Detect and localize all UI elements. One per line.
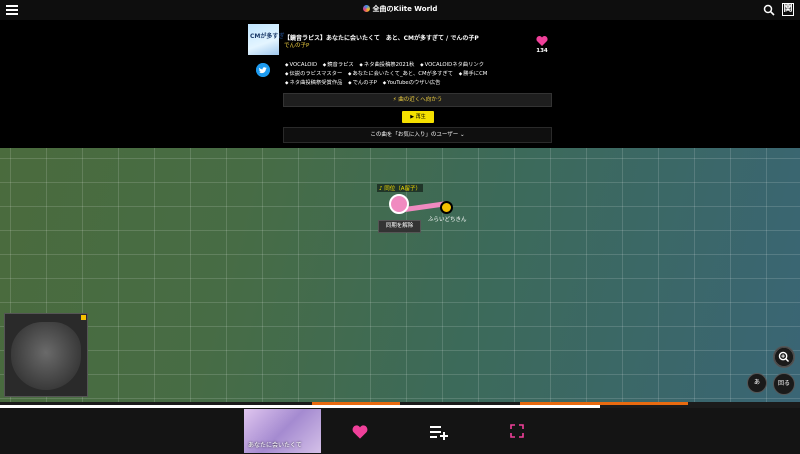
tag-item[interactable]: 伝説のラピスマスター [285, 70, 342, 79]
a-button[interactable]: あ [747, 373, 767, 393]
rotate-button[interactable]: 回る [773, 373, 795, 395]
twitter-share-button[interactable] [256, 63, 270, 77]
tag-item[interactable]: VOCALOID [285, 61, 317, 70]
tag-item[interactable]: あなたに会いたくて_あと、CMが多すぎて [348, 70, 453, 79]
world-map[interactable]: ♪ 同位（A留子） ふらいどちきん 同期を解除 あ 回る [0, 148, 800, 402]
app-title: 全曲のKiite World [0, 4, 800, 14]
kanji-button[interactable]: 関 [782, 3, 794, 16]
tag-list: VOCALOID 鏡音ラピス ネタ曲投稿祭2021秋 VOCALOIDネタ曲リン… [285, 61, 540, 88]
heart-icon[interactable] [352, 424, 368, 440]
minimap[interactable] [4, 313, 88, 397]
goto-song-button[interactable]: ⚡ 曲の近くへ向かう [283, 93, 552, 107]
fullscreen-icon[interactable] [510, 424, 524, 438]
minimap-marker [81, 315, 86, 320]
timeline-segment [312, 402, 400, 405]
song-panel: CMが多すぎ 【鏡音ラピス】あなたに会いたくて あと、CMが多すぎて / でんの… [0, 20, 800, 148]
top-bar: 全曲のKiite World 関 [0, 0, 800, 20]
tag-item[interactable]: VOCALOIDネタ曲リンク [420, 61, 484, 70]
bottom-player: あなたに会いたくて [0, 408, 800, 454]
like-count: 134 [536, 48, 548, 54]
song-thumbnail[interactable]: CMが多すぎ [248, 24, 284, 55]
tag-item[interactable]: YouTubeのウザい広告 [383, 79, 440, 88]
search-icon[interactable] [763, 4, 775, 16]
play-button[interactable]: ▶ 再生 [402, 111, 434, 123]
playlist-add-icon[interactable] [430, 424, 448, 440]
unsync-button[interactable]: 同期を解除 [378, 220, 421, 233]
other-user-label: ふらいどちきん [428, 217, 467, 223]
tag-item[interactable]: ネタ曲投稿祭受賞作品 [285, 79, 342, 88]
minimap-terrain [11, 322, 81, 390]
heart-icon[interactable] [536, 35, 548, 47]
my-avatar-label: ♪ 同位（A留子） [377, 184, 424, 192]
zoom-in-icon[interactable] [773, 346, 795, 368]
tag-item[interactable]: 鏡音ラピス [323, 61, 354, 70]
tag-item[interactable]: 勝手にCM [459, 70, 487, 79]
tag-item[interactable]: ネタ曲投稿祭2021秋 [359, 61, 415, 70]
now-playing-thumbnail[interactable]: あなたに会いたくて [244, 409, 321, 453]
song-title[interactable]: 【鏡音ラピス】あなたに会いたくて あと、CMが多すぎて / でんの子P [284, 33, 479, 42]
favorite-users-toggle[interactable]: この曲を「お気に入り」のユーザー ⌄ [283, 127, 552, 143]
timeline-segment [520, 402, 688, 405]
chevron-down-icon: ⌄ [460, 132, 465, 138]
tag-item[interactable]: でんの子P [348, 79, 377, 88]
song-artist[interactable]: でんの子P [284, 41, 309, 49]
my-avatar[interactable] [389, 194, 409, 214]
kiite-logo-icon [362, 5, 370, 12]
other-user-avatar[interactable] [440, 201, 453, 214]
